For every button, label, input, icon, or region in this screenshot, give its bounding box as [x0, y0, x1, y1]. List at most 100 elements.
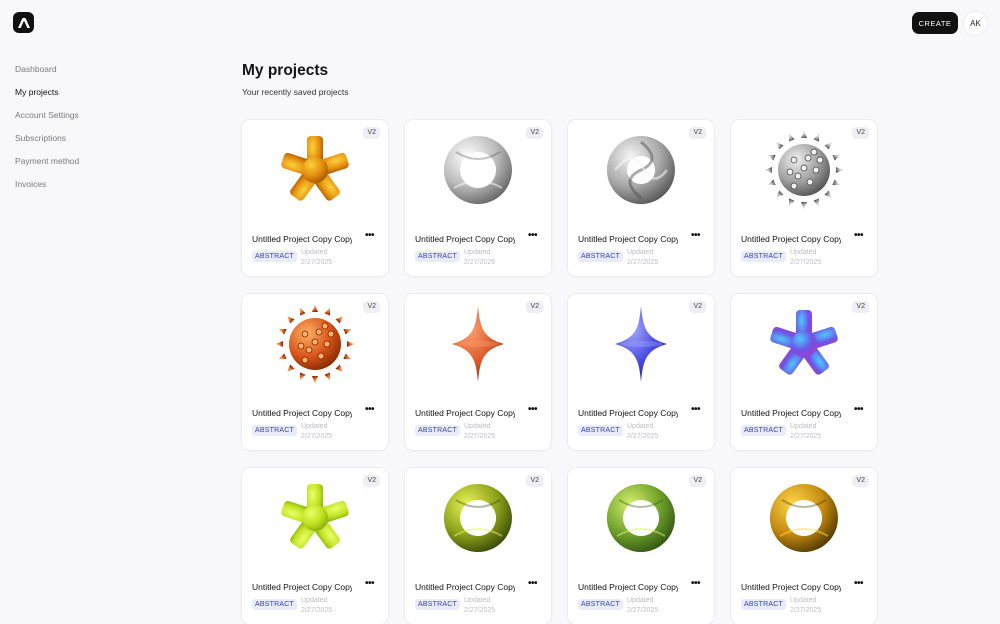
project-card[interactable]: V2 Untitled Project Copy Copy Copy ••• A…	[242, 294, 388, 450]
project-thumbnail[interactable]	[438, 130, 518, 210]
updated-info: Updated 2/27/2025	[301, 422, 332, 442]
category-tag: ABSTRACT	[252, 425, 297, 436]
more-options-icon[interactable]: •••	[854, 578, 864, 589]
sidebar-item-account-settings[interactable]: Account Settings	[15, 109, 79, 132]
version-badge: V2	[852, 127, 869, 139]
more-options-icon[interactable]: •••	[854, 404, 864, 415]
spinning-top-icon	[601, 306, 681, 388]
project-card[interactable]: V2 Untitled Project Copy Copy Copy ••• A…	[568, 294, 714, 450]
project-title[interactable]: Untitled Project Copy Copy Copy	[741, 234, 841, 244]
project-card[interactable]: V2 Untitled Project Copy Copy Copy ••• A…	[405, 120, 551, 276]
spinning-top-icon	[438, 306, 518, 388]
category-tag: ABSTRACT	[415, 251, 460, 262]
updated-label: Updated	[464, 423, 491, 430]
sidebar-item-my-projects[interactable]: My projects	[15, 86, 79, 109]
project-title[interactable]: Untitled Project Copy Copy Copy	[578, 234, 678, 244]
updated-date: 2/27/2025	[790, 259, 822, 266]
project-card[interactable]: V2 Untitled Project Copy Copy Copy ••• A…	[731, 294, 877, 450]
project-title[interactable]: Untitled Project Copy Copy Copy	[415, 408, 515, 418]
project-title[interactable]: Untitled Project Copy Copy Copy	[578, 408, 678, 418]
updated-info: Updated 2/27/2025	[301, 596, 332, 616]
version-badge: V2	[526, 475, 543, 487]
project-thumbnail[interactable]	[601, 130, 681, 210]
user-avatar[interactable]: AK	[964, 12, 987, 35]
project-title[interactable]: Untitled Project Copy Copy Copy	[741, 408, 841, 418]
more-options-icon[interactable]: •••	[691, 578, 701, 589]
version-badge: V2	[526, 127, 543, 139]
updated-date: 2/27/2025	[627, 433, 659, 440]
project-title[interactable]: Untitled Project Copy Copy Copy	[252, 408, 352, 418]
more-options-icon[interactable]: •••	[365, 404, 375, 415]
project-thumbnail[interactable]	[438, 478, 518, 558]
logo-mark-icon	[17, 17, 30, 28]
more-options-icon[interactable]: •••	[365, 578, 375, 589]
updated-label: Updated	[301, 423, 328, 430]
updated-date: 2/27/2025	[627, 607, 659, 614]
updated-date: 2/27/2025	[464, 607, 496, 614]
version-badge: V2	[689, 475, 706, 487]
more-options-icon[interactable]: •••	[691, 404, 701, 415]
project-title[interactable]: Untitled Project Copy Copy Copy	[578, 582, 678, 592]
updated-label: Updated	[301, 597, 328, 604]
updated-label: Updated	[790, 597, 817, 604]
project-card[interactable]: V2 Untitled Project Copy Copy Copy ••• A…	[242, 120, 388, 276]
more-options-icon[interactable]: •••	[528, 230, 538, 241]
app-logo[interactable]	[13, 12, 34, 33]
sidebar-item-payment-method[interactable]: Payment method	[15, 155, 79, 178]
project-card[interactable]: V2 Untitled Project Copy Copy Copy ••• A…	[568, 468, 714, 624]
project-title[interactable]: Untitled Project Copy Copy Copy	[741, 582, 841, 592]
more-options-icon[interactable]: •••	[365, 230, 375, 241]
version-badge: V2	[852, 475, 869, 487]
more-options-icon[interactable]: •••	[528, 578, 538, 589]
project-thumbnail[interactable]	[764, 478, 844, 558]
project-thumbnail[interactable]	[601, 304, 681, 384]
updated-info: Updated 2/27/2025	[790, 248, 821, 268]
project-thumbnail[interactable]	[601, 478, 681, 558]
sidebar-item-subscriptions[interactable]: Subscriptions	[15, 132, 79, 155]
updated-label: Updated	[790, 249, 817, 256]
category-tag: ABSTRACT	[741, 599, 786, 610]
category-tag: ABSTRACT	[415, 599, 460, 610]
project-thumbnail[interactable]	[764, 304, 844, 384]
project-thumbnail[interactable]	[275, 478, 355, 558]
category-tag: ABSTRACT	[252, 599, 297, 610]
updated-date: 2/27/2025	[790, 607, 822, 614]
category-tag: ABSTRACT	[578, 599, 623, 610]
more-options-icon[interactable]: •••	[528, 404, 538, 415]
project-card[interactable]: V2 Untitled Project Copy Copy Copy ••• A…	[731, 120, 877, 276]
more-options-icon[interactable]: •••	[854, 230, 864, 241]
version-badge: V2	[526, 301, 543, 313]
torus-icon	[438, 136, 518, 214]
category-tag: ABSTRACT	[741, 251, 786, 262]
project-card[interactable]: V2 Untitled Project Copy Copy Copy ••• A…	[405, 468, 551, 624]
updated-info: Updated 2/27/2025	[464, 422, 495, 442]
project-thumbnail[interactable]	[275, 130, 355, 210]
project-thumbnail[interactable]	[764, 130, 844, 210]
category-tag: ABSTRACT	[578, 251, 623, 262]
project-title[interactable]: Untitled Project Copy Copy Copy	[252, 234, 352, 244]
create-button[interactable]: CREATE	[912, 12, 958, 34]
project-title[interactable]: Untitled Project Copy Copy Copy	[415, 582, 515, 592]
project-thumbnail[interactable]	[275, 304, 355, 384]
version-badge: V2	[363, 301, 380, 313]
sidebar-item-invoices[interactable]: Invoices	[15, 178, 79, 201]
torus-icon	[438, 484, 518, 562]
updated-info: Updated 2/27/2025	[627, 248, 658, 268]
knot-icon	[601, 136, 681, 214]
project-card[interactable]: V2 Untitled Project Copy Copy Copy ••• A…	[405, 294, 551, 450]
updated-info: Updated 2/27/2025	[627, 596, 658, 616]
project-title[interactable]: Untitled Project Copy Copy Copy	[252, 582, 352, 592]
updated-label: Updated	[627, 249, 654, 256]
project-title[interactable]: Untitled Project Copy Copy Copy	[415, 234, 515, 244]
project-thumbnail[interactable]	[438, 304, 518, 384]
sidebar-item-dashboard[interactable]: Dashboard	[15, 63, 79, 86]
project-card[interactable]: V2 Untitled Project Copy Copy Copy ••• A…	[731, 468, 877, 624]
updated-label: Updated	[301, 249, 328, 256]
asterisk-icon	[275, 484, 355, 562]
asterisk-icon	[764, 310, 844, 388]
updated-date: 2/27/2025	[790, 433, 822, 440]
sidebar-nav: Dashboard My projects Account Settings Subs…	[15, 63, 79, 201]
project-card[interactable]: V2 Untitled Project Copy Copy Copy ••• A…	[568, 120, 714, 276]
more-options-icon[interactable]: •••	[691, 230, 701, 241]
project-card[interactable]: V2 Untitled Project Copy Copy Copy ••• A…	[242, 468, 388, 624]
